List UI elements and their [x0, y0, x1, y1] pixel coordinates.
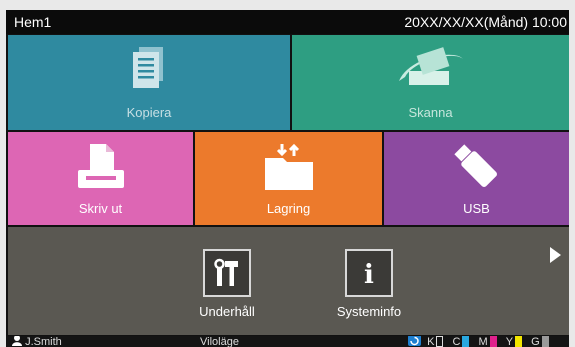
ink-c: C: [452, 336, 470, 347]
print-label: Skriv ut: [78, 201, 123, 216]
folder-transfer-icon: [264, 143, 313, 190]
usb-tile[interactable]: USB: [384, 132, 569, 225]
storage-tile[interactable]: Lagring: [195, 132, 382, 225]
ink-g: G: [531, 336, 549, 347]
tools-icon: [214, 258, 238, 286]
maintenance-button[interactable]: Underhåll: [182, 249, 272, 319]
user-name: J.Smith: [25, 336, 62, 347]
date-time: 20XX/XX/XX(Månd) 10:00: [404, 14, 567, 30]
system-info-label: Systeminfo: [336, 304, 402, 319]
print-tile[interactable]: Skriv ut: [8, 132, 193, 225]
system-info-icon-box: i: [345, 249, 393, 297]
maintenance-label: Underhåll: [199, 304, 255, 319]
user-indicator[interactable]: J.Smith: [12, 336, 62, 347]
copy-label: Kopiera: [126, 105, 172, 120]
document-icon: [133, 47, 163, 88]
sleep-mode-status: Viloläge: [200, 336, 239, 347]
printer-icon: [77, 144, 124, 188]
user-icon: [12, 336, 22, 346]
usb-label: USB: [463, 201, 490, 216]
next-page-arrow-icon[interactable]: [550, 247, 561, 263]
ink-y: Y: [506, 336, 523, 347]
ink-levels: K C M Y G: [408, 336, 555, 347]
title-bar: Hem1 20XX/XX/XX(Månd) 10:00: [6, 10, 569, 34]
scan-label: Skanna: [408, 105, 453, 120]
scan-tile[interactable]: Skanna: [292, 35, 569, 130]
tools-panel: Underhåll i Systeminfo: [8, 227, 569, 335]
copy-tile[interactable]: Kopiera: [8, 35, 290, 130]
storage-label: Lagring: [266, 201, 311, 216]
home-screen: Hem1 20XX/XX/XX(Månd) 10:00 Kopiera Skan…: [6, 10, 569, 347]
ink-k: K: [427, 336, 444, 347]
refresh-icon: [408, 336, 421, 346]
screen-title: Hem1: [14, 14, 52, 30]
svg-text:i: i: [364, 260, 374, 288]
maintenance-icon-box: [203, 249, 251, 297]
ink-m: M: [478, 336, 497, 347]
info-icon: i: [364, 260, 374, 288]
scanner-icon: [398, 47, 463, 85]
usb-drive-icon: [453, 144, 497, 187]
system-info-button[interactable]: i Systeminfo: [324, 249, 414, 319]
status-bar: J.Smith Viloläge K C M Y G: [6, 336, 569, 347]
